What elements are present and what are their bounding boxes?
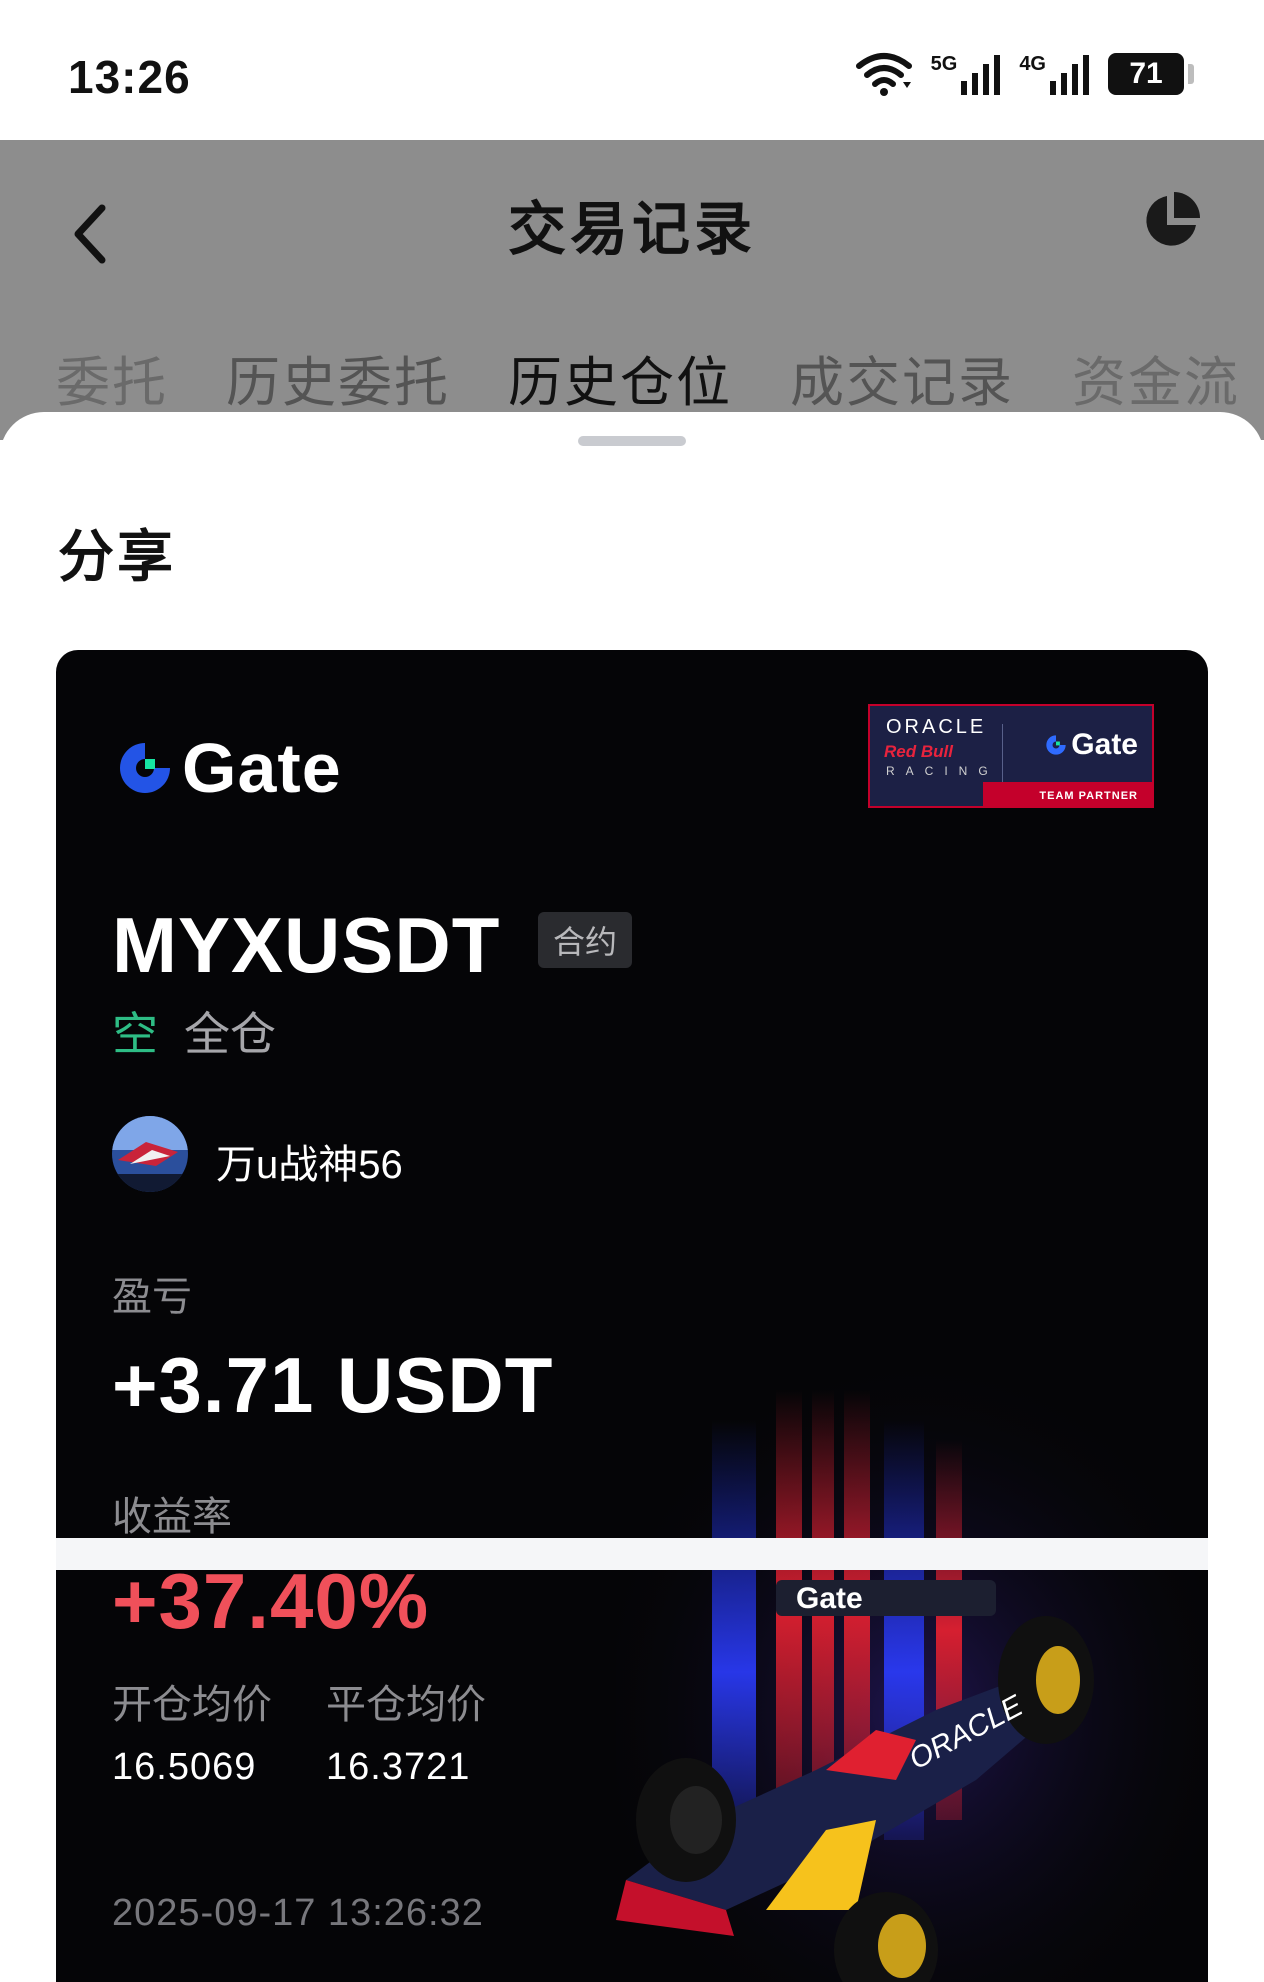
open-price-value: 16.5069: [112, 1746, 257, 1788]
share-card: Gate ORACLE Gate ORACLE Red Bull RACING: [56, 650, 1208, 1982]
battery-icon: 71: [1108, 53, 1194, 95]
partner-redbull: Red Bull: [884, 742, 953, 761]
pnl-value: +3.71 USDT: [112, 1341, 554, 1429]
wifi-icon: [855, 53, 912, 96]
username: 万u战神56: [216, 1143, 403, 1187]
team-partner-badge: ORACLE Red Bull RACING Gate TEAM PARTNER: [868, 704, 1154, 808]
race-car-image: Gate ORACLE: [616, 1350, 1208, 1982]
open-price-label: 开仓均价: [112, 1683, 272, 1727]
status-bar: 13:26 5G 4G 71: [0, 0, 1264, 140]
signal-5g-icon: 5G: [931, 53, 1002, 95]
gate-mini-icon: [1046, 735, 1066, 755]
contract-symbol: MYXUSDT: [112, 901, 501, 989]
network-label-4g: 4G: [1019, 53, 1046, 75]
pie-chart-icon[interactable]: [1140, 190, 1202, 252]
tab-bar: 委托 历史委托 历史仓位 成交记录 资金流: [56, 338, 1240, 417]
roi-label: 收益率: [112, 1495, 232, 1539]
card-footer-strip: [56, 1538, 1208, 1570]
timestamp: 2025-09-17 13:26:32: [112, 1892, 484, 1934]
brand-name: Gate: [182, 729, 342, 807]
network-label-5g: 5G: [930, 53, 958, 75]
position-side: 空: [112, 1008, 158, 1060]
tab-fund-flow[interactable]: 资金流: [1072, 338, 1240, 417]
share-sheet: 分享 Gate ORACLE Gate ORACLE Red Bull RACI…: [0, 412, 1264, 1982]
status-icons: 5G 4G 71: [855, 52, 1194, 96]
page-title: 交易记录: [507, 197, 756, 262]
tab-trade-history[interactable]: 成交记录: [790, 338, 1014, 417]
partner-gate-logo: Gate: [1044, 728, 1138, 762]
partner-oracle: ORACLE: [886, 716, 987, 738]
pnl-label: 盈亏: [112, 1275, 192, 1319]
margin-mode: 全仓: [184, 1008, 276, 1060]
gate-logo: Gate: [114, 728, 342, 808]
svg-text:Gate: Gate: [796, 1582, 863, 1615]
sheet-title: 分享: [58, 525, 176, 588]
tab-orders[interactable]: 委托: [56, 338, 168, 417]
contract-badge: 合约: [538, 912, 632, 968]
gate-logo-icon: [120, 743, 170, 793]
tab-order-history[interactable]: 历史委托: [226, 338, 450, 417]
page-header: 交易记录 委托 历史委托 历史仓位 成交记录 资金流: [0, 140, 1264, 440]
partner-tagline: TEAM PARTNER: [1039, 790, 1138, 802]
partner-divider: [1002, 724, 1003, 782]
close-price-label: 平仓均价: [326, 1683, 486, 1727]
avatar: [112, 1116, 188, 1192]
partner-gate-text: Gate: [1071, 728, 1138, 761]
partner-racing: RACING: [886, 764, 999, 778]
signal-4g-icon: 4G: [1019, 53, 1090, 95]
sheet-drag-handle[interactable]: [578, 436, 686, 446]
status-time: 13:26: [68, 51, 191, 103]
tab-position-history[interactable]: 历史仓位: [508, 338, 732, 417]
close-price-value: 16.3721: [326, 1746, 471, 1788]
